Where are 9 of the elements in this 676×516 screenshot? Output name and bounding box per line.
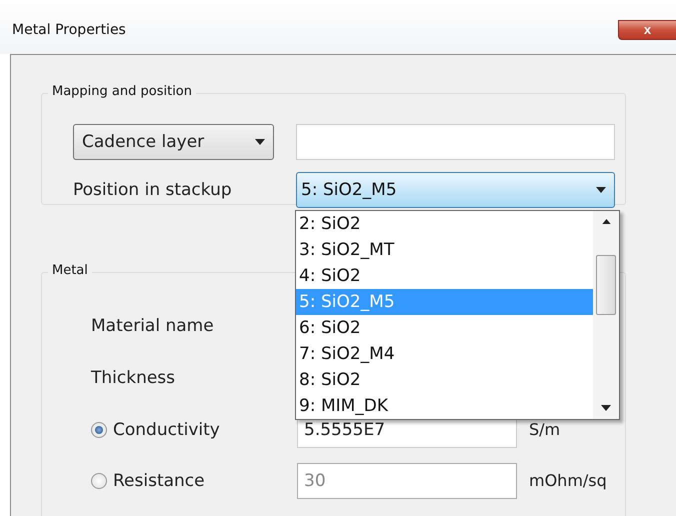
field-label: Material name bbox=[91, 315, 215, 338]
field-label: Thickness bbox=[91, 367, 176, 390]
window-title: Metal Properties bbox=[12, 22, 126, 38]
unit-label: mOhm/sq bbox=[529, 471, 607, 490]
group-title: Mapping and position bbox=[48, 84, 196, 99]
radio-label: Conductivity bbox=[113, 420, 221, 440]
unit-label: S/m bbox=[529, 420, 560, 439]
radio-label: Resistance bbox=[113, 470, 206, 490]
field-label: Position in stackup bbox=[73, 180, 233, 200]
